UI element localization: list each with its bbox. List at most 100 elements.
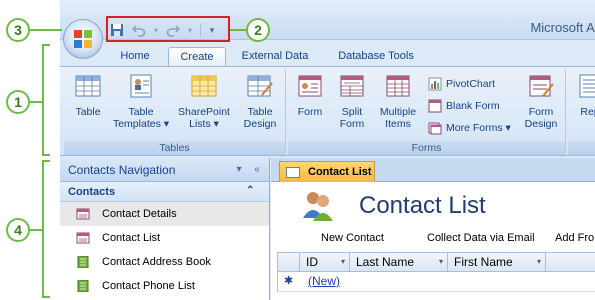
report-button[interactable]: Rep (570, 73, 595, 118)
tab-home[interactable]: Home (110, 47, 160, 66)
form-object-icon (76, 208, 90, 220)
window-title: Microsoft Acce (530, 20, 595, 35)
table-templates-label-1: Table (128, 106, 154, 118)
sharepoint-lists-button[interactable]: SharePoint Lists ▾ (172, 73, 236, 130)
form-design-button[interactable]: Form Design (520, 73, 562, 130)
office-logo-icon (74, 30, 92, 48)
collect-data-via-email-link[interactable]: Collect Data via Email (427, 232, 535, 244)
form-header: Contact List (271, 182, 595, 228)
callout-4-bracket (42, 160, 50, 298)
office-button[interactable] (63, 19, 103, 59)
column-header-label: First Name (454, 255, 513, 269)
callout-1: 1 (6, 90, 30, 114)
nav-pane-header[interactable]: Contacts Navigation ▾ « (60, 158, 269, 182)
form-design-icon (529, 75, 554, 97)
document-area: Contact List Contact List New Contact Co… (271, 158, 595, 300)
forms-group: Form Split Form Multiple Items PivotChar… (288, 69, 566, 155)
document-tab-label: Contact List (308, 166, 372, 178)
row-selector-header[interactable] (278, 253, 300, 271)
nav-pane-title: Contacts Navigation (68, 162, 176, 177)
column-header-last-name[interactable]: Last Name ▾ (350, 253, 448, 271)
ribbon-tabs: Home Create External Data Database Tools (60, 44, 595, 66)
nav-item-contact-details[interactable]: Contact Details (60, 202, 269, 226)
sharepoint-lists-label-2: Lists ▾ (189, 118, 219, 130)
more-forms-label: More Forms ▾ (446, 122, 511, 134)
form-tab-icon (286, 166, 300, 178)
multiple-items-button[interactable]: Multiple Items (374, 73, 422, 130)
tab-database-tools[interactable]: Database Tools (328, 47, 424, 66)
nav-group-collapse-icon[interactable]: ⌃ (246, 185, 254, 196)
form-button[interactable]: Form (290, 73, 330, 118)
callout-4-leader (30, 229, 42, 231)
contacts-people-icon (303, 192, 333, 221)
new-contact-link[interactable]: New Contact (321, 232, 384, 244)
tables-group: Table Table Templates ▾ SharePoint Lists… (64, 69, 286, 155)
column-header-label: ID (306, 255, 318, 269)
report-object-icon (77, 280, 89, 292)
nav-menu-dropdown-icon[interactable]: ▾ (232, 163, 246, 177)
blank-form-button[interactable]: Blank Form (428, 97, 500, 115)
multiple-items-icon (386, 75, 410, 97)
new-record-row[interactable]: ✱ (New) (277, 272, 595, 292)
callout-3: 3 (6, 18, 30, 42)
table-design-icon (247, 75, 273, 97)
report-label: Rep (580, 106, 595, 118)
callout-3-leader (30, 29, 62, 31)
more-forms-icon (428, 122, 442, 135)
sharepoint-lists-label-1: SharePoint (178, 106, 230, 118)
callout-1-leader (30, 101, 42, 103)
nav-item-contact-address-book[interactable]: Contact Address Book (60, 250, 269, 274)
quick-access-highlight-box (106, 16, 230, 42)
access-window: Microsoft Acce ▾ ▾ ▾ Home Create Externa… (60, 0, 595, 300)
split-form-label-1: Split (341, 106, 363, 118)
table-design-label-1: Table (247, 106, 273, 118)
column-header-id[interactable]: ID ▾ (300, 253, 350, 271)
document-tab-contact-list[interactable]: Contact List (279, 161, 375, 182)
datasheet-header: ID ▾ Last Name ▾ First Name ▾ (277, 252, 595, 272)
column-dropdown-icon[interactable]: ▾ (439, 253, 443, 271)
multiple-items-label-1: Multiple (379, 106, 417, 118)
form-links: New Contact Collect Data via Email Add F… (271, 228, 595, 250)
nav-collapse-icon[interactable]: « (250, 163, 264, 177)
report-icon (579, 74, 595, 98)
more-forms-button[interactable]: More Forms ▾ (428, 119, 511, 137)
column-header-label: Last Name (356, 255, 415, 269)
table-icon (75, 75, 101, 97)
table-templates-button[interactable]: Table Templates ▾ (112, 73, 170, 130)
new-record-id[interactable]: (New) (308, 274, 340, 288)
column-header-first-name[interactable]: First Name ▾ (448, 253, 546, 271)
nav-item-label: Contact Address Book (102, 256, 211, 268)
column-dropdown-icon[interactable]: ▾ (341, 253, 345, 271)
navigation-pane: Contacts Navigation ▾ « Contacts ⌃ Conta… (60, 158, 270, 300)
form-title: Contact List (359, 192, 486, 219)
ribbon: Table Table Templates ▾ SharePoint Lists… (60, 66, 595, 156)
table-design-label-2: Design (243, 118, 277, 130)
column-dropdown-icon[interactable]: ▾ (537, 253, 541, 271)
tab-create[interactable]: Create (168, 47, 226, 66)
new-record-marker: ✱ (284, 275, 294, 287)
form-label-1: Form (297, 106, 323, 118)
table-templates-icon (130, 74, 152, 98)
blank-form-label: Blank Form (446, 100, 500, 112)
callout-2: 2 (246, 18, 270, 42)
table-label-1: Table (75, 106, 101, 118)
nav-item-contact-phone-list[interactable]: Contact Phone List (60, 274, 269, 298)
form-object-icon (76, 232, 90, 244)
reports-group-label (568, 141, 595, 155)
table-design-button[interactable]: Table Design (238, 73, 282, 130)
nav-group-contacts[interactable]: Contacts ⌃ (60, 182, 269, 202)
tab-external-data[interactable]: External Data (232, 47, 318, 66)
form-design-label-2: Design (524, 118, 558, 130)
callout-4: 4 (6, 218, 30, 242)
split-form-label-2: Form (339, 118, 365, 130)
table-button[interactable]: Table (66, 73, 110, 118)
add-from-link[interactable]: Add Fro (555, 232, 594, 244)
sharepoint-lists-icon (191, 75, 217, 97)
pivotchart-button[interactable]: PivotChart (428, 75, 495, 93)
form-icon (298, 75, 322, 97)
nav-item-contact-list[interactable]: Contact List (60, 226, 269, 250)
callout-2-leader (230, 29, 246, 31)
pivotchart-label: PivotChart (446, 78, 496, 90)
multiple-items-label-2: Items (385, 118, 411, 130)
split-form-button[interactable]: Split Form (332, 73, 372, 130)
